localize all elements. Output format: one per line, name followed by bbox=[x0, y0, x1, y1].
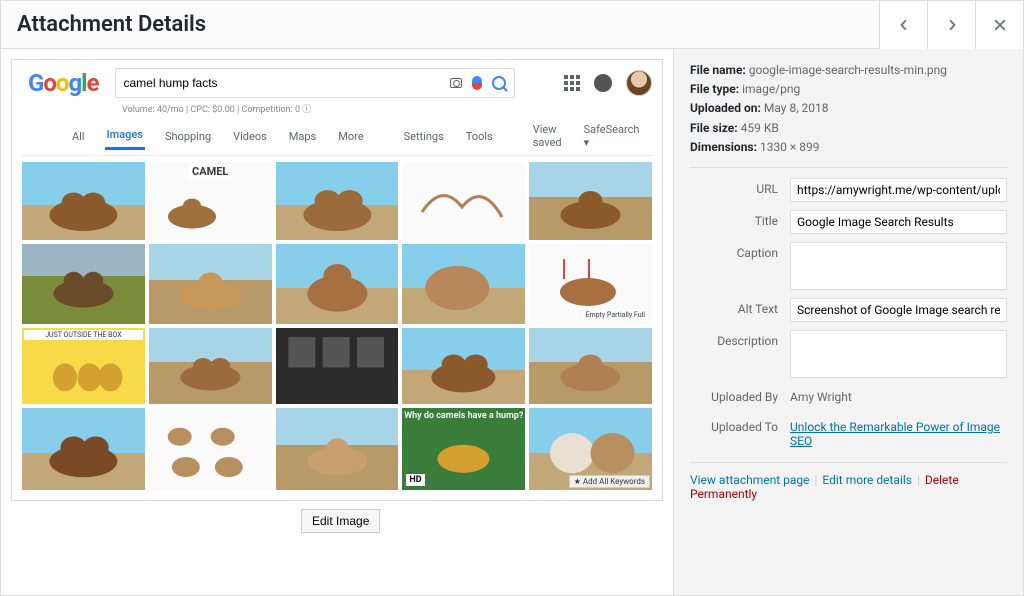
header-controls bbox=[879, 1, 1023, 48]
tab-shopping: Shopping bbox=[163, 124, 213, 149]
result-tile: CAMEL bbox=[149, 162, 272, 240]
result-tile bbox=[276, 244, 399, 324]
google-search-box bbox=[115, 68, 515, 98]
field-description: Description bbox=[690, 330, 1007, 378]
google-logo: Google bbox=[22, 69, 105, 97]
tab-images: Images bbox=[105, 122, 145, 150]
view-saved: View saved bbox=[531, 117, 564, 155]
notifications-icon bbox=[594, 74, 612, 92]
result-tile: JUST OUTSIDE THE BOX bbox=[22, 328, 145, 404]
attachment-preview: Google Volume: 4 bbox=[1, 49, 673, 595]
field-uploaded-to: Uploaded To Unlock the Remarkable Power … bbox=[690, 416, 1007, 452]
mic-icon bbox=[472, 76, 482, 90]
result-tile bbox=[149, 408, 272, 490]
result-tile bbox=[276, 328, 399, 404]
result-tile bbox=[402, 244, 525, 324]
result-tile bbox=[22, 244, 145, 324]
meta-dimensions: 1330 × 899 bbox=[760, 140, 820, 154]
tab-tools: Tools bbox=[464, 124, 495, 149]
field-caption: Caption bbox=[690, 242, 1007, 290]
safesearch: SafeSearch ▾ bbox=[582, 117, 642, 155]
close-button[interactable] bbox=[975, 1, 1023, 49]
result-tile bbox=[402, 328, 525, 404]
meta-filetype: image/png bbox=[742, 82, 800, 96]
close-icon bbox=[994, 19, 1006, 31]
chevron-left-icon bbox=[898, 19, 910, 31]
result-tile: ★Add All Keywords bbox=[529, 408, 652, 490]
description-input[interactable] bbox=[790, 330, 1007, 378]
tab-more: More bbox=[336, 124, 365, 149]
field-url: URL bbox=[690, 178, 1007, 202]
result-tile bbox=[529, 162, 652, 240]
hd-badge: HD bbox=[406, 474, 424, 486]
keyword-stats: Volume: 40/mo | CPC: $0.00 | Competition… bbox=[22, 102, 652, 117]
camera-icon bbox=[450, 78, 462, 88]
google-tabs: All Images Shopping Videos Maps More Set… bbox=[22, 117, 652, 156]
image-results-grid: CAMEL Empty Partially Full JUST OUTSIDE … bbox=[22, 162, 652, 490]
result-tile bbox=[22, 162, 145, 240]
result-tile bbox=[529, 328, 652, 404]
meta-filesize: 459 KB bbox=[741, 121, 779, 135]
result-tile bbox=[276, 162, 399, 240]
result-tile: Why do camels have a hump? HD bbox=[402, 408, 525, 490]
meta-uploaded: May 8, 2018 bbox=[764, 101, 829, 115]
result-tile bbox=[402, 162, 525, 240]
apps-icon bbox=[564, 75, 580, 91]
result-tile bbox=[149, 328, 272, 404]
previewed-image: Google Volume: 4 bbox=[11, 59, 663, 501]
tab-videos: Videos bbox=[231, 124, 269, 149]
uploaded-by-value: Amy Wright bbox=[790, 386, 1007, 408]
tab-maps: Maps bbox=[287, 124, 318, 149]
add-keywords-button: ★Add All Keywords bbox=[569, 475, 650, 488]
google-search-input bbox=[124, 76, 450, 90]
edit-image-button[interactable]: Edit Image bbox=[301, 509, 380, 533]
uploaded-to-link[interactable]: Unlock the Remarkable Power of Image SEO bbox=[790, 420, 1000, 448]
field-uploaded-by: Uploaded By Amy Wright bbox=[690, 386, 1007, 408]
modal-header: Attachment Details bbox=[1, 1, 1023, 49]
caption-input[interactable] bbox=[790, 242, 1007, 290]
attachment-meta: File name: google-image-search-results-m… bbox=[690, 61, 1007, 157]
attachment-actions: View attachment page | Edit more details… bbox=[690, 473, 1007, 501]
modal-title: Attachment Details bbox=[1, 12, 222, 37]
result-tile bbox=[149, 244, 272, 324]
next-button[interactable] bbox=[927, 1, 975, 49]
tab-all: All bbox=[70, 124, 87, 149]
view-attachment-link[interactable]: View attachment page bbox=[690, 473, 810, 487]
attachment-sidebar: File name: google-image-search-results-m… bbox=[673, 49, 1023, 595]
chevron-right-icon bbox=[946, 19, 958, 31]
prev-button[interactable] bbox=[879, 1, 927, 49]
tab-settings: Settings bbox=[402, 124, 446, 149]
result-tile bbox=[22, 408, 145, 490]
field-title: Title bbox=[690, 210, 1007, 234]
attachment-details-modal: Attachment Details Google bbox=[0, 0, 1024, 596]
meta-filename: google-image-search-results-min.png bbox=[749, 63, 947, 77]
alt-text-input[interactable] bbox=[790, 298, 1007, 322]
field-alt: Alt Text bbox=[690, 298, 1007, 322]
search-icon bbox=[492, 76, 506, 90]
avatar bbox=[626, 70, 652, 96]
url-input[interactable] bbox=[790, 178, 1007, 202]
star-icon: ★ bbox=[574, 477, 581, 486]
title-input[interactable] bbox=[790, 210, 1007, 234]
google-topbar: Google bbox=[22, 66, 652, 102]
edit-details-link[interactable]: Edit more details bbox=[822, 473, 912, 487]
result-tile bbox=[276, 408, 399, 490]
modal-body: Google Volume: 4 bbox=[1, 49, 1023, 595]
result-tile: Empty Partially Full bbox=[529, 244, 652, 324]
